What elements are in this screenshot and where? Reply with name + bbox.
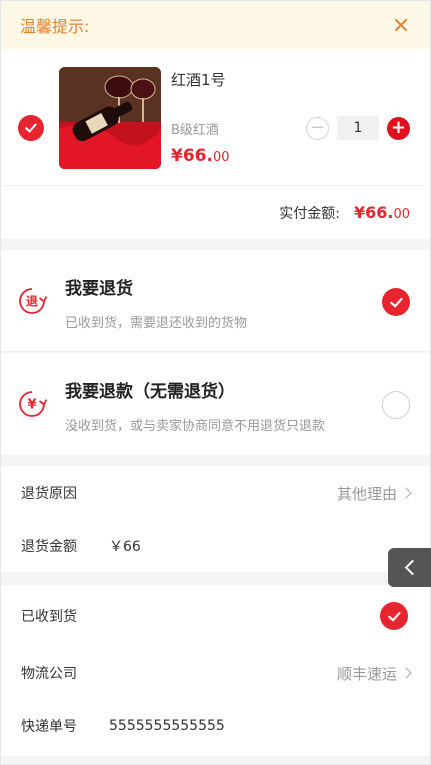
option-selected-radio[interactable] [382, 288, 410, 316]
logistics-company-select[interactable]: 顺丰速运 [337, 663, 412, 684]
return-goods-icon: 退 [19, 288, 47, 314]
received-goods-row[interactable]: 已收到货 [1, 590, 430, 642]
option-return-goods[interactable]: 退 我要退货 已收到货，需要退还收到的货物 [1, 250, 430, 352]
option-title: 我要退货 [65, 279, 133, 299]
option-title: 我要退款（无需退货） [65, 382, 235, 402]
decrease-quantity-button[interactable]: − [306, 116, 329, 140]
option-description: 已收到货，需要退还收到的货物 [65, 316, 248, 331]
check-icon [387, 611, 401, 621]
return-amount-value: ￥66 [109, 539, 141, 555]
chevron-right-icon [400, 667, 412, 679]
chevron-left-icon [404, 559, 420, 576]
product-image[interactable] [59, 67, 161, 169]
return-reason-row[interactable]: 退货原因 其他理由 [1, 467, 430, 519]
tracking-number-row: 快递单号 5555555555555 [1, 700, 430, 752]
option-unselected-radio[interactable] [382, 391, 410, 419]
quantity-stepper: − 1 + [306, 116, 410, 140]
refund-details-section: 退货原因 其他理由 退货金额 ￥66 [1, 466, 430, 572]
logistics-company-label: 物流公司 [21, 666, 77, 682]
tracking-number-label: 快递单号 [21, 719, 77, 735]
svg-text:¥: ¥ [27, 398, 36, 413]
option-refund-only[interactable]: ¥ 我要退款（无需退货） 没收到货，或与卖家协商同意不用退货只退款 [1, 353, 430, 455]
notice-text: 温馨提示: [20, 17, 90, 36]
received-goods-checkbox[interactable] [380, 602, 408, 630]
product-select-checkbox[interactable] [18, 115, 44, 141]
logistics-company-row[interactable]: 物流公司 顺丰速运 [1, 647, 430, 699]
total-label: 实付金额: [279, 205, 340, 222]
check-icon [25, 123, 37, 133]
close-icon[interactable] [390, 14, 412, 36]
increase-quantity-button[interactable]: + [387, 116, 410, 140]
svg-text:退: 退 [26, 295, 38, 309]
option-description: 没收到货，或与卖家协商同意不用退货只退款 [65, 419, 326, 434]
quantity-value[interactable]: 1 [337, 116, 379, 140]
tracking-number-input[interactable]: 5555555555555 [109, 718, 410, 734]
total-amount-row: 实付金额: ¥66.00 [1, 186, 430, 239]
product-spec: B级红酒 [171, 123, 219, 138]
return-amount-label: 退货金额 [21, 539, 77, 555]
product-price: ¥66.00 [171, 146, 230, 166]
check-icon [389, 297, 403, 307]
refund-icon: ¥ [19, 391, 47, 417]
back-button[interactable] [388, 548, 431, 587]
product-title[interactable]: 红酒1号 [171, 69, 226, 90]
total-amount: ¥66.00 [353, 203, 410, 222]
product-card: 红酒1号 B级红酒 ¥66.00 − 1 + [1, 49, 430, 186]
received-goods-label: 已收到货 [21, 609, 77, 625]
notice-bar: 温馨提示: [1, 1, 430, 49]
return-reason-label: 退货原因 [21, 486, 77, 502]
return-amount-row: 退货金额 ￥66 [1, 520, 430, 572]
shipping-details-section: 已收到货 物流公司 顺丰速运 快递单号 5555555555555 [1, 585, 430, 756]
return-reason-select[interactable]: 其他理由 [337, 483, 412, 504]
chevron-right-icon [400, 487, 412, 499]
